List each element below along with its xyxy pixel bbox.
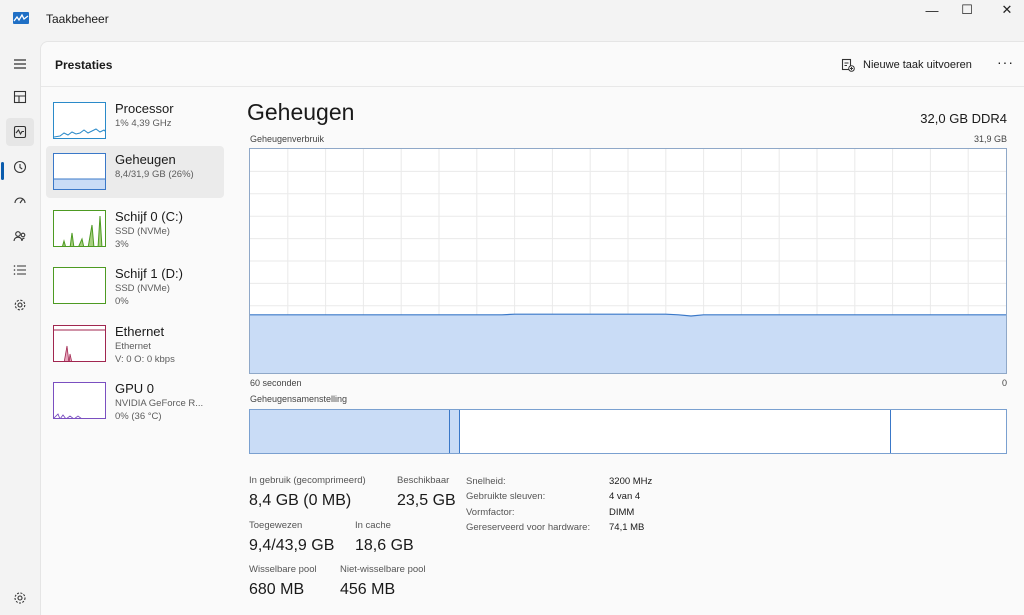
close-icon: ✕ <box>1001 2 1013 17</box>
time-axis-end: 0 <box>1001 378 1007 388</box>
content-area: Prestaties Nieuwe taak uitvoeren ··· Pro… <box>40 41 1024 615</box>
nav-details-button[interactable] <box>6 256 34 284</box>
page-header: Prestaties Nieuwe taak uitvoeren ··· <box>41 42 1024 87</box>
device-detail: Ethernet <box>115 341 151 352</box>
device-name: Schijf 0 (C:) <box>115 209 183 224</box>
device-thumbnail-graph <box>53 382 106 419</box>
device-detail: 8,4/31,9 GB (26%) <box>115 169 194 180</box>
device-detail: 1% 4,39 GHz <box>115 118 172 129</box>
device-item-gpu-0[interactable]: GPU 0 NVIDIA GeForce R... 0% (36 °C) <box>46 375 224 427</box>
composition-standby[interactable] <box>460 410 892 453</box>
spec-slots-value: 4 van 4 <box>609 491 641 502</box>
cached-value: 18,6 GB <box>355 537 414 554</box>
spec-slots-label: Gebruikte sleuven: <box>466 491 546 502</box>
device-item-geheugen[interactable]: Geheugen 8,4/31,9 GB (26%) <box>46 146 224 198</box>
device-item-schijf-1-d[interactable]: Schijf 1 (D:) SSD (NVMe) 0% <box>46 260 224 312</box>
committed-label: Toegewezen <box>249 520 303 531</box>
new-task-icon <box>841 58 855 72</box>
in-use-label: In gebruik (gecomprimeerd) <box>249 475 366 486</box>
spec-reserved-label: Gereserveerd voor hardware: <box>466 522 591 533</box>
composition-label: Geheugensamenstelling <box>250 394 348 404</box>
usage-graph-canvas <box>250 149 1006 373</box>
minimize-icon: — <box>925 2 939 18</box>
maximize-button[interactable]: ☐ <box>947 0 987 20</box>
spec-formfactor-label: Vormfactor: <box>466 507 515 518</box>
usage-max-label: 31,9 GB <box>973 134 1007 144</box>
page-title: Prestaties <box>55 58 113 72</box>
device-name: GPU 0 <box>115 381 155 396</box>
app-history-icon <box>13 160 27 174</box>
settings-icon <box>14 592 26 604</box>
device-name: Processor <box>115 101 174 116</box>
available-label: Beschikbaar <box>397 475 450 486</box>
in-use-value: 8,4 GB (0 MB) <box>249 492 352 509</box>
composition-free[interactable] <box>891 410 1006 453</box>
device-detail: NVIDIA GeForce R... <box>115 398 204 409</box>
performance-icon <box>13 125 27 139</box>
main-title: Geheugen <box>247 99 355 125</box>
hamburger-icon <box>14 59 26 69</box>
nav-performance-button[interactable] <box>6 118 34 146</box>
spec-speed-label: Snelheid: <box>466 476 506 487</box>
device-thumbnail-graph <box>53 267 106 304</box>
device-thumbnail-graph <box>53 325 106 362</box>
nonpaged-pool-value: 456 MB <box>340 581 396 598</box>
nav-users-button[interactable] <box>6 222 34 250</box>
nav-active-indicator <box>1 162 4 180</box>
spec-speed-value: 3200 MHz <box>609 476 653 487</box>
users-icon <box>13 231 26 242</box>
startup-apps-icon <box>14 197 26 204</box>
device-item-processor[interactable]: Processor 1% 4,39 GHz <box>46 95 224 147</box>
time-axis-start: 60 seconden <box>250 378 302 388</box>
nav-startup-apps-button[interactable] <box>6 187 34 215</box>
more-options-button[interactable]: ··· <box>997 54 1014 70</box>
minimize-button[interactable]: — <box>912 0 952 20</box>
new-task-button[interactable]: Nieuwe taak uitvoeren <box>841 54 972 76</box>
device-detail: SSD (NVMe) <box>115 226 170 237</box>
device-item-ethernet[interactable]: Ethernet Ethernet V: 0 O: 0 kbps <box>46 318 224 370</box>
memory-spec: 32,0 GB DDR4 <box>920 111 1007 126</box>
device-item-schijf-0-c[interactable]: Schijf 0 (C:) SSD (NVMe) 3% <box>46 203 224 255</box>
maximize-icon: ☐ <box>961 2 973 17</box>
nav-processes-button[interactable] <box>6 83 34 111</box>
device-name: Schijf 1 (D:) <box>115 266 183 281</box>
memory-composition-bar <box>249 409 1007 454</box>
usage-graph-label: Geheugenverbruik <box>250 134 325 144</box>
device-thumbnail-graph <box>53 153 106 190</box>
device-thumbnail-graph <box>53 102 106 139</box>
committed-value: 9,4/43,9 GB <box>249 537 335 554</box>
device-detail: SSD (NVMe) <box>115 283 170 294</box>
window-title: Taakbeheer <box>46 12 109 26</box>
title-bar: Taakbeheer — ☐ ✕ <box>0 0 1024 40</box>
available-value: 23,5 GB <box>397 492 456 509</box>
cached-label: In cache <box>355 520 391 531</box>
device-detail-secondary: 0% (36 °C) <box>115 411 162 422</box>
device-name: Geheugen <box>115 152 176 167</box>
memory-usage-graph <box>249 148 1007 374</box>
device-thumbnail-graph <box>53 210 106 247</box>
close-button[interactable]: ✕ <box>987 0 1024 20</box>
new-task-label: Nieuwe taak uitvoeren <box>863 59 972 71</box>
services-icon <box>14 299 26 311</box>
spec-formfactor-value: DIMM <box>609 507 635 518</box>
spec-reserved-value: 74,1 MB <box>609 522 645 533</box>
composition-modified[interactable] <box>450 410 461 453</box>
device-detail-secondary: V: 0 O: 0 kbps <box>115 354 175 365</box>
hamburger-menu-button[interactable] <box>6 50 34 78</box>
nav-rail <box>0 40 40 615</box>
nav-settings-button[interactable] <box>6 584 34 612</box>
device-detail-secondary: 0% <box>115 296 129 307</box>
composition-in-use[interactable] <box>250 410 451 453</box>
nav-app-history-button[interactable] <box>6 153 34 181</box>
processes-icon <box>13 90 27 104</box>
details-icon <box>13 265 26 275</box>
nonpaged-pool-label: Niet-wisselbare pool <box>340 564 426 575</box>
device-detail-secondary: 3% <box>115 239 129 250</box>
device-name: Ethernet <box>115 324 165 339</box>
usage-area <box>250 314 1006 373</box>
nav-services-button[interactable] <box>6 291 34 319</box>
paged-pool-label: Wisselbare pool <box>249 564 317 575</box>
task-manager-icon <box>13 12 29 24</box>
paged-pool-value: 680 MB <box>249 581 305 598</box>
